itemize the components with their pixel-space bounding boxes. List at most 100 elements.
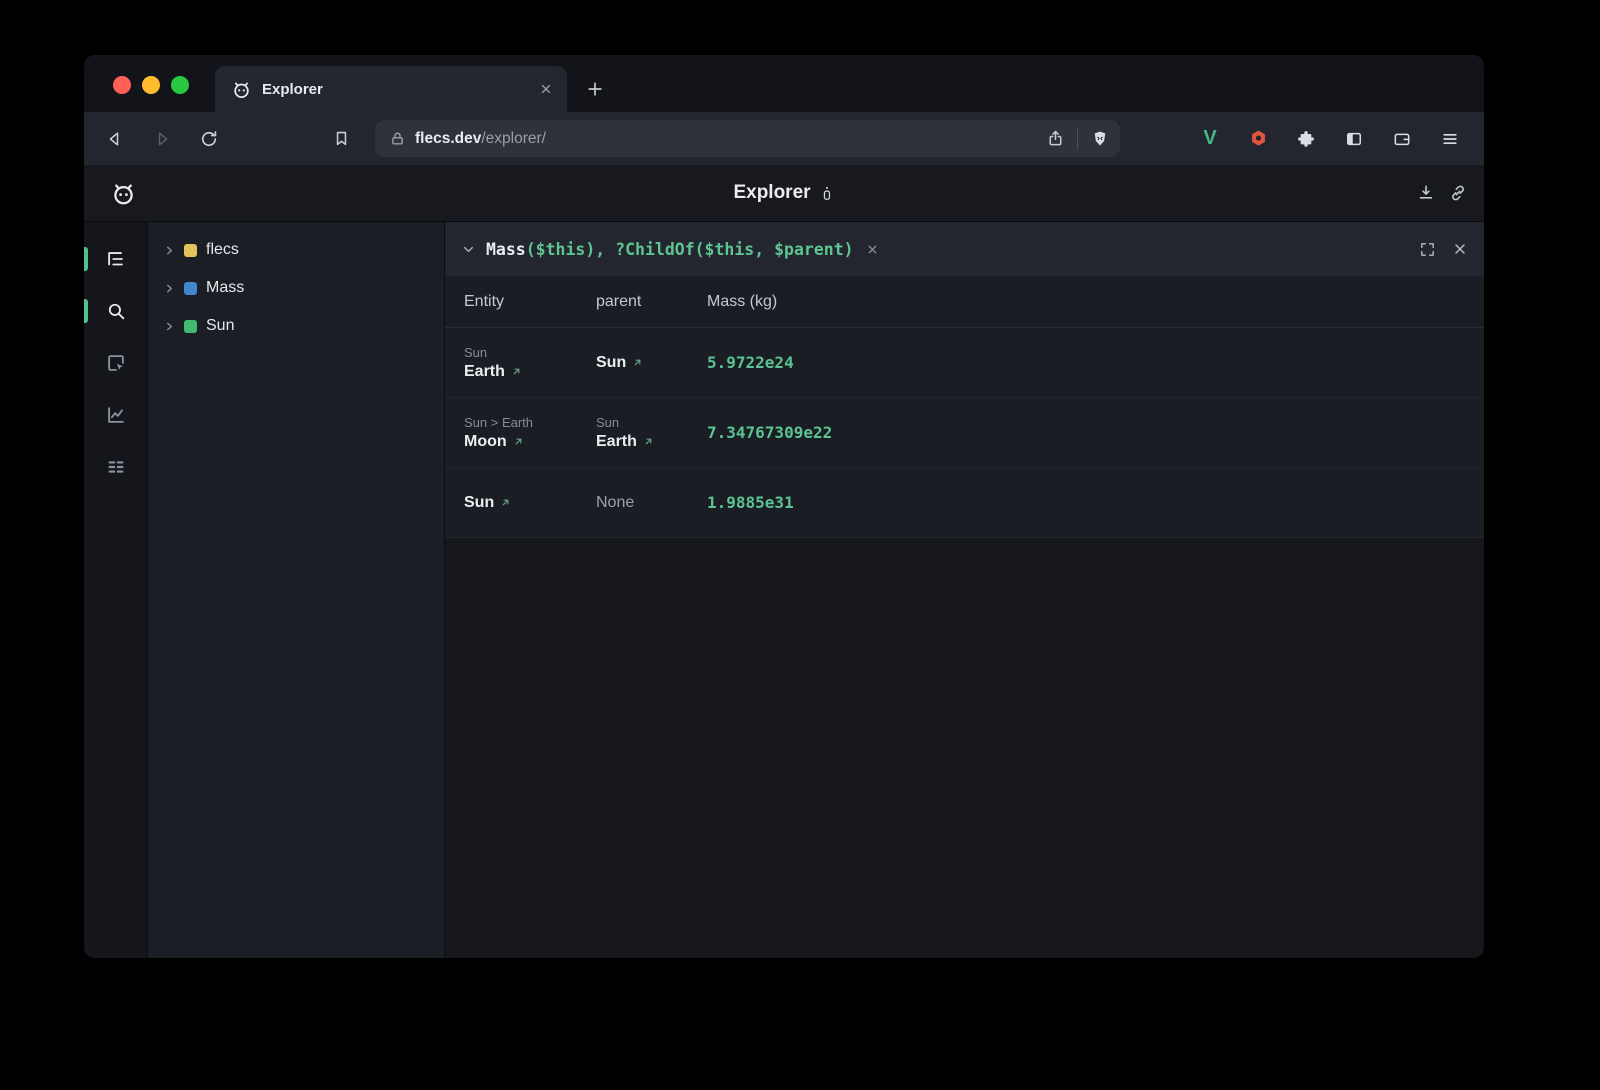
tree-item-sun[interactable]: Sun <box>148 307 444 345</box>
fullscreen-icon[interactable] <box>1419 241 1436 258</box>
rail-item-entity-tree[interactable] <box>84 233 147 285</box>
entity-name: Sun <box>464 494 494 512</box>
menu-hamburger-icon[interactable] <box>1434 123 1466 155</box>
rail-item-stats[interactable] <box>84 441 147 493</box>
reload-button[interactable] <box>193 123 225 155</box>
parent-name: Earth <box>596 433 637 451</box>
tree-outline-icon <box>105 248 127 270</box>
entity-name: Earth <box>464 363 505 381</box>
traffic-lights <box>113 76 189 94</box>
table-row: Sun None 1.9885e31 <box>445 468 1484 538</box>
tree-item-label: flecs <box>206 241 239 259</box>
header-actions <box>1416 183 1468 203</box>
link-icon[interactable] <box>1448 183 1468 203</box>
download-icon[interactable] <box>1416 183 1436 203</box>
mass-cell: 7.34767309e22 <box>707 423 1484 443</box>
mass-cell: 1.9885e31 <box>707 493 1484 513</box>
mass-cell: 5.9722e24 <box>707 353 1484 373</box>
lock-icon <box>389 130 406 147</box>
entity-link[interactable]: Earth <box>464 363 596 381</box>
entity-path: Sun > Earth <box>464 415 596 430</box>
tab-title: Explorer <box>262 81 529 98</box>
new-tab-button[interactable] <box>585 79 605 99</box>
query-segment: ?ChildOf($this, $parent) <box>615 240 853 259</box>
urlbar-divider <box>1077 128 1078 150</box>
hexagon-extension-icon[interactable] <box>1242 123 1274 155</box>
tree-item-flecs[interactable]: flecs <box>148 231 444 269</box>
open-entity-icon <box>511 366 522 377</box>
table-row: Sun > Earth Moon Sun Earth <box>445 398 1484 468</box>
browser-toolbar: flecs.dev/explorer/ V <box>84 112 1484 165</box>
rail-item-inspect[interactable] <box>84 337 147 389</box>
table-header-row: Entity parent Mass (kg) <box>445 276 1484 328</box>
inspect-cursor-icon <box>105 352 127 374</box>
bookmark-icon[interactable] <box>325 123 357 155</box>
zoom-window-button[interactable] <box>171 76 189 94</box>
line-chart-icon <box>105 404 127 426</box>
tree-item-label: Mass <box>206 279 244 297</box>
flecs-favicon-icon <box>231 79 252 100</box>
clear-query-icon[interactable] <box>866 243 879 256</box>
close-panel-icon[interactable] <box>1452 241 1468 258</box>
app-header: Explorer <box>84 165 1484 222</box>
stats-rows-icon <box>105 456 127 478</box>
entity-cell: Sun Earth <box>445 345 596 381</box>
forward-button[interactable] <box>146 123 178 155</box>
open-entity-icon <box>632 357 643 368</box>
page-title: Explorer <box>733 182 834 204</box>
parent-cell: Sun Earth <box>596 415 707 451</box>
minimize-window-button[interactable] <box>142 76 160 94</box>
browser-tab-explorer[interactable]: Explorer <box>215 66 567 112</box>
entity-tree-panel: flecs Mass Sun <box>148 222 445 958</box>
entity-link[interactable]: Sun <box>464 494 596 512</box>
query-segment: Mass <box>486 240 526 259</box>
extensions-puzzle-icon[interactable] <box>1290 123 1322 155</box>
chevron-right-icon <box>164 245 175 256</box>
page-title-text: Explorer <box>733 182 810 204</box>
parent-link[interactable]: Earth <box>596 433 707 451</box>
url-bar[interactable]: flecs.dev/explorer/ <box>375 120 1120 157</box>
entity-color-swatch <box>184 282 197 295</box>
entity-link[interactable]: Moon <box>464 433 596 451</box>
rail-item-query-search[interactable] <box>84 285 147 337</box>
sidebar-toggle-icon[interactable] <box>1338 123 1370 155</box>
entity-color-swatch <box>184 320 197 333</box>
active-indicator <box>84 247 88 271</box>
entity-path: Sun <box>464 345 596 360</box>
tree-item-label: Sun <box>206 317 234 335</box>
mass-value: 7.34767309e22 <box>707 423 832 442</box>
open-entity-icon <box>643 436 654 447</box>
back-button[interactable] <box>99 123 131 155</box>
tree-item-mass[interactable]: Mass <box>148 269 444 307</box>
wallet-icon[interactable] <box>1386 123 1418 155</box>
query-bar: Mass($this), ?ChildOf($this, $parent) <box>445 222 1484 276</box>
column-header-parent: parent <box>596 293 707 311</box>
mass-value: 5.9722e24 <box>707 353 794 372</box>
chevron-right-icon <box>164 321 175 332</box>
entity-name: Moon <box>464 433 507 451</box>
close-window-button[interactable] <box>113 76 131 94</box>
parent-none: None <box>596 494 707 512</box>
query-panel: Mass($this), ?ChildOf($this, $parent) En <box>445 222 1484 958</box>
query-input[interactable]: Mass($this), ?ChildOf($this, $parent) <box>486 240 854 259</box>
url-domain: flecs.dev <box>415 130 481 147</box>
tab-strip: Explorer <box>84 55 1484 112</box>
active-indicator <box>84 299 88 323</box>
table-row: Sun Earth Sun 5.9722e24 <box>445 328 1484 398</box>
tab-close-icon[interactable] <box>539 82 553 96</box>
parent-name: Sun <box>596 354 626 372</box>
url-text: flecs.dev/explorer/ <box>415 130 546 148</box>
brave-shield-icon[interactable] <box>1090 129 1110 149</box>
search-icon <box>105 300 127 322</box>
vue-devtools-icon[interactable]: V <box>1194 123 1226 155</box>
share-icon[interactable] <box>1046 129 1065 148</box>
chevron-down-icon[interactable] <box>461 242 476 257</box>
results-table: Entity parent Mass (kg) Sun Earth <box>445 276 1484 538</box>
parent-cell: None <box>596 494 707 512</box>
browser-window: Explorer flecs.dev/explorer/ <box>84 55 1484 958</box>
url-path: /explorer/ <box>481 130 546 147</box>
results-empty-area <box>445 538 1484 958</box>
parent-link[interactable]: Sun <box>596 354 707 372</box>
rail-item-charts[interactable] <box>84 389 147 441</box>
parent-path: Sun <box>596 415 707 430</box>
